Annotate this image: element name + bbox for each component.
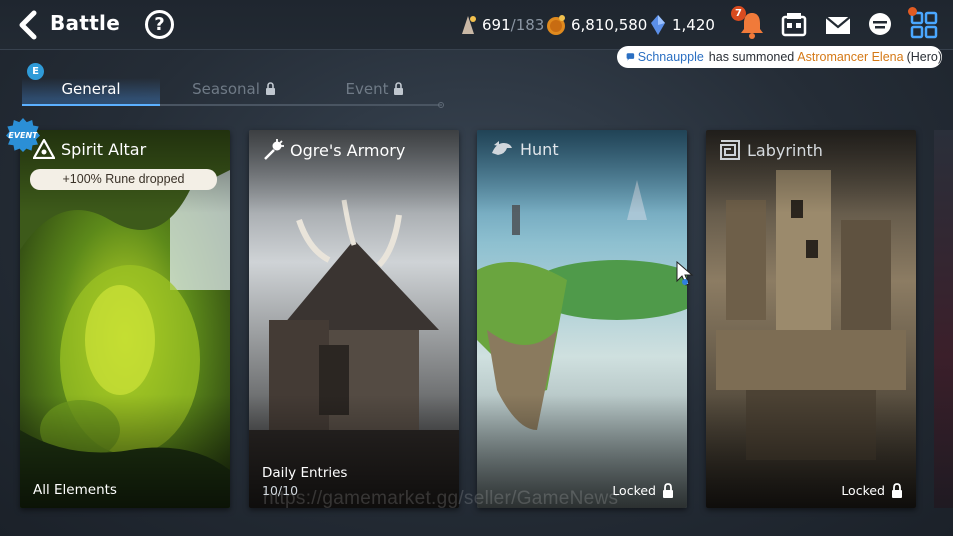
card-title: Ogre's Armory (290, 140, 406, 160)
tab-general-label: General (61, 80, 121, 98)
mail-icon[interactable] (822, 9, 854, 41)
crystal-resource[interactable]: 1,420 (648, 12, 715, 38)
tab-divider (160, 104, 442, 106)
maze-icon (720, 140, 740, 160)
lock-icon (265, 82, 275, 95)
lock-icon (394, 82, 404, 95)
crystal-icon (651, 15, 665, 35)
mace-icon (264, 139, 284, 160)
lock-icon (663, 483, 673, 498)
help-button[interactable]: ? (145, 10, 174, 39)
card-title: Labyrinth (747, 140, 823, 160)
gold-coin-icon (547, 15, 565, 35)
tab-seasonal-label: Seasonal (192, 80, 260, 98)
notice-user: Schnaupple (637, 50, 704, 64)
card-hunt[interactable]: Hunt Locked (477, 130, 687, 508)
crystal-value: 1,420 (672, 16, 715, 34)
back-arrow-icon[interactable] (14, 9, 44, 41)
chat-bubble-icon (626, 53, 635, 61)
tab-event[interactable]: Event (322, 78, 428, 106)
tab-event-label: Event (345, 80, 389, 98)
lock-icon (892, 483, 902, 498)
card-ogres-armory[interactable]: Ogre's Armory Daily Entries 10/10 (249, 130, 459, 508)
chat-icon[interactable] (864, 9, 896, 41)
menu-alert-dot (908, 7, 917, 16)
notification-badge: 7 (731, 6, 746, 21)
tab-divider-end (438, 102, 444, 108)
notice-text: has summoned (708, 50, 795, 64)
locked-status: Locked (612, 483, 674, 498)
dragon-icon (492, 141, 512, 155)
guild-icon[interactable] (778, 9, 810, 41)
card-title-row: Ogre's Armory (262, 139, 405, 161)
watermark-text: https://gamemarket.gg/seller/GameNews (263, 488, 619, 509)
card-title-row: Labyrinth (719, 139, 823, 161)
summon-notice[interactable]: Schnaupple has summoned Astromancer Elen… (617, 46, 942, 68)
skystone-resource[interactable]: 691 /183 (458, 12, 544, 38)
page-title: Battle (50, 11, 121, 35)
gold-value: 6,810,580 (571, 16, 648, 34)
card-footer-label: All Elements (33, 482, 117, 498)
card-spirit-altar[interactable]: Spirit Altar +100% Rune dropped All Elem… (20, 130, 230, 508)
tab-general[interactable]: General (22, 78, 160, 106)
card-labyrinth[interactable]: Labyrinth Locked (706, 130, 916, 508)
daily-entries-label: Daily Entries (262, 465, 348, 481)
skystone-max: /183 (510, 16, 545, 34)
card-title: Spirit Altar (61, 139, 147, 159)
skystone-value: 691 (482, 16, 511, 34)
card-shade (706, 130, 916, 508)
rune-bonus-pill: +100% Rune dropped (30, 169, 217, 190)
notice-hero: Astromancer Elena (797, 50, 904, 64)
gold-resource[interactable]: 6,810,580 (545, 12, 647, 38)
skystone-icon (462, 16, 476, 34)
next-card-peek[interactable] (934, 130, 953, 508)
card-shade (249, 130, 459, 508)
mouse-cursor-icon (676, 261, 694, 286)
card-title-row: Spirit Altar (33, 139, 146, 159)
card-footer: All Elements (33, 482, 117, 498)
tab-seasonal[interactable]: Seasonal (175, 78, 293, 106)
card-title: Hunt (520, 139, 559, 159)
notice-role: (Hero) (906, 50, 942, 64)
card-shade (477, 130, 687, 508)
card-title-row: Hunt (490, 139, 559, 159)
locked-status: Locked (841, 483, 903, 498)
locked-label: Locked (841, 483, 885, 498)
top-bar: Battle ? 691 /183 6,810,580 1,420 7 (0, 0, 953, 50)
locked-label: Locked (612, 483, 656, 498)
